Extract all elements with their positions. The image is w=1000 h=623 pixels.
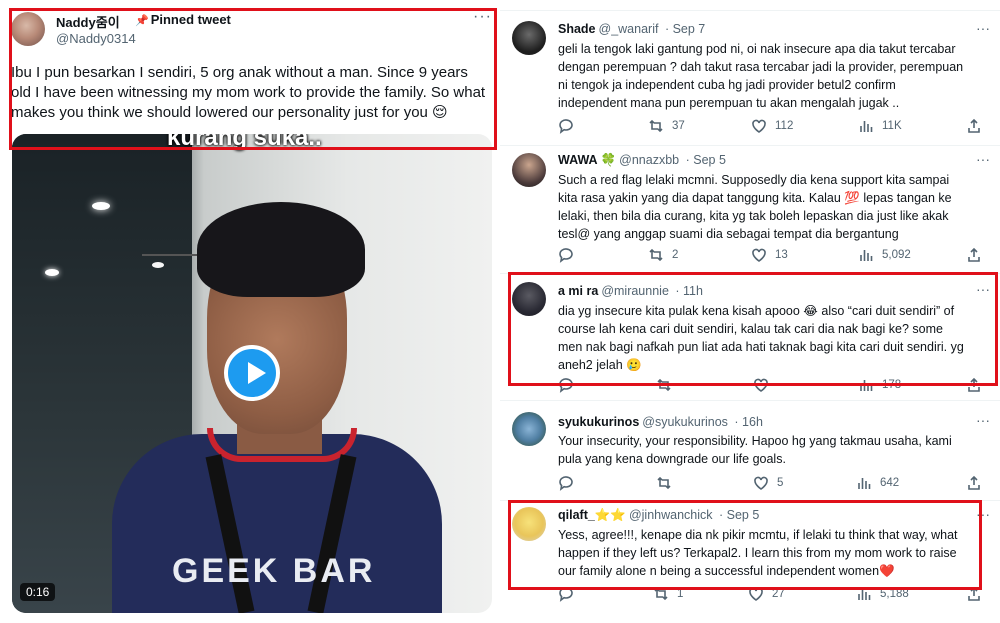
author-name: WAWA 🍀 [558, 153, 617, 167]
share-icon [968, 118, 980, 133]
video-duration: 0:16 [20, 583, 56, 601]
shirt-brand: GEEK BAR [172, 552, 376, 590]
like-button[interactable]: 112 [751, 118, 793, 134]
reply-author[interactable]: syukukurinos @syukukurinos · 16h [558, 415, 763, 429]
retweet-button[interactable]: 37 [648, 118, 685, 134]
like-icon [754, 476, 768, 490]
highlight-box [508, 500, 982, 590]
like-icon [752, 248, 766, 262]
avatar[interactable] [512, 153, 546, 187]
views-icon [858, 478, 871, 489]
ceiling-light [92, 202, 110, 210]
retweet-icon [657, 476, 671, 490]
author-handle: @nnazxbb [619, 153, 680, 167]
reply-author[interactable]: WAWA 🍀 @nnazxbb · Sep 5 [558, 153, 726, 168]
like-button[interactable]: 5 [753, 475, 783, 491]
reply-icon [559, 119, 573, 134]
action-bar: 37 112 11K [558, 118, 980, 136]
divider [500, 400, 1000, 401]
author-handle: @syukukurinos [642, 415, 728, 429]
views-button[interactable]: 11K [858, 118, 902, 134]
divider [500, 10, 1000, 11]
reply-text: geli la tengok laki gantung pod ni, oi n… [558, 42, 964, 110]
more-icon[interactable]: ··· [976, 412, 990, 428]
retweet-button[interactable]: 2 [648, 247, 678, 263]
views-button[interactable]: 5,092 [858, 247, 911, 263]
share-button[interactable] [966, 118, 982, 134]
share-icon [968, 475, 980, 490]
views-icon [860, 121, 873, 132]
reply-author[interactable]: Shade @_wanarif · Sep 7 [558, 22, 705, 36]
share-button[interactable] [966, 247, 982, 263]
reply-icon [559, 248, 573, 263]
timestamp: · Sep 5 [685, 153, 726, 167]
like-icon [752, 119, 766, 133]
retweet-icon [649, 119, 663, 133]
play-icon[interactable] [224, 345, 280, 401]
author-name: Shade [558, 22, 596, 36]
avatar[interactable] [512, 21, 546, 55]
video-player[interactable]: GEEK BAR kurang suka.. 0:16 [12, 134, 492, 613]
reply-button[interactable] [558, 475, 582, 491]
like-button[interactable]: 13 [751, 247, 788, 263]
reply-button[interactable] [558, 247, 582, 263]
reply-text: Such a red flag lelaki mcmni. Supposedly… [558, 173, 952, 241]
timestamp: · Sep 7 [664, 22, 706, 36]
person-hair [197, 202, 365, 297]
highlight-box [9, 8, 497, 150]
timestamp: · 16h [734, 415, 763, 429]
action-bar: 5 642 [558, 475, 980, 493]
avatar[interactable] [512, 412, 546, 446]
more-icon[interactable]: ··· [976, 151, 990, 167]
ceiling-light [45, 269, 59, 276]
reply-text: Your insecurity, your responsibility. Ha… [558, 434, 952, 466]
reply-button[interactable] [558, 118, 582, 134]
author-handle: @_wanarif [598, 22, 659, 36]
shirt-collar [207, 428, 357, 462]
divider [500, 145, 1000, 146]
retweet-icon [649, 248, 663, 262]
views-icon [860, 250, 873, 261]
views-button[interactable]: 642 [856, 475, 899, 491]
reply-icon [559, 476, 573, 491]
replies-panel: Shade @_wanarif · Sep 7 ··· geli la tengo… [500, 0, 1000, 623]
action-bar: 2 13 5,092 [558, 247, 980, 265]
share-button[interactable] [966, 475, 982, 491]
highlight-box [508, 272, 998, 386]
pinned-tweet-panel: Naddy줌이 📌 Pinned tweet @Naddy0314 ··· Ibu… [0, 0, 500, 623]
share-icon [968, 247, 980, 262]
more-icon[interactable]: ··· [976, 20, 990, 36]
retweet-button[interactable] [656, 475, 680, 491]
author-name: syukukurinos [558, 415, 640, 429]
